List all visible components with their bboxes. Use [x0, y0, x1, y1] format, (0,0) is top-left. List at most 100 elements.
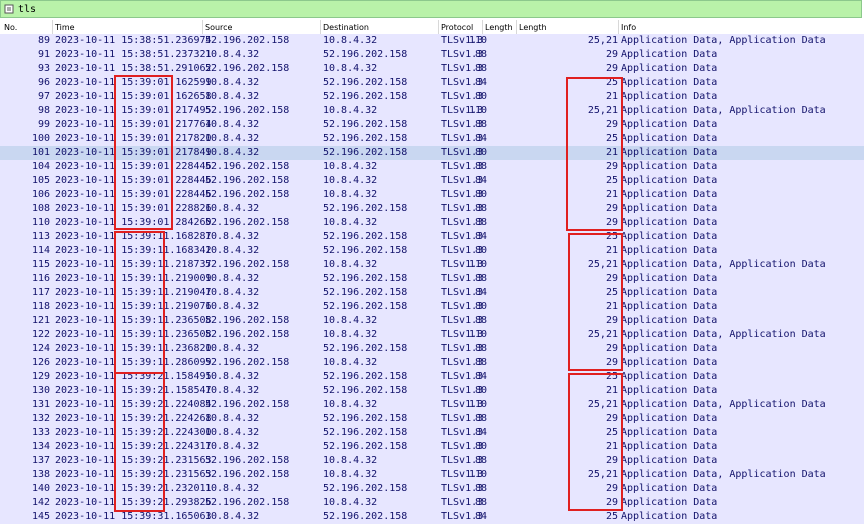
table-row[interactable]: 116 2023-10-11 15:39:11.219009 10.8.4.32 52…: [0, 272, 864, 286]
table-row[interactable]: 114 2023-10-11 15:39:11.168342 10.8.4.32 52…: [0, 244, 864, 258]
table-row[interactable]: 140 2023-10-11 15:39:21.232011 10.8.4.32 52…: [0, 482, 864, 496]
packet-tls-record-lengths: 25: [605, 175, 618, 186]
packet-destination: 52.196.202.158: [323, 231, 408, 242]
table-row[interactable]: 142 2023-10-11 15:39:21.293826 52.196.202.…: [0, 496, 864, 510]
column-separator[interactable]: [482, 20, 483, 34]
column-header-info[interactable]: Info: [621, 23, 636, 32]
packet-source: 52.196.202.158: [205, 189, 290, 200]
table-row[interactable]: 122 2023-10-11 15:39:11.236508 52.196.202.…: [0, 328, 864, 342]
column-header-source[interactable]: Source: [205, 23, 232, 32]
packet-source: 52.196.202.158: [205, 357, 290, 368]
packet-source: 10.8.4.32: [205, 343, 260, 354]
packet-number: 113: [31, 231, 50, 242]
column-header-length-2[interactable]: Length: [519, 23, 547, 32]
packet-length: 80: [474, 441, 487, 452]
packet-tls-record-lengths: 25: [605, 371, 618, 382]
packet-source: 52.196.202.158: [205, 329, 290, 340]
table-row[interactable]: 132 2023-10-11 15:39:21.224268 10.8.4.32 52…: [0, 412, 864, 426]
packet-destination: 10.8.4.32: [323, 259, 378, 270]
packet-tls-record-lengths: 21: [605, 301, 618, 312]
packet-info: Application Data: [621, 63, 718, 74]
packet-destination: 10.8.4.32: [323, 399, 378, 410]
table-row[interactable]: 129 2023-10-11 15:39:21.158495 10.8.4.32 52…: [0, 370, 864, 384]
table-row[interactable]: 100 2023-10-11 15:39:01.217820 10.8.4.32 52…: [0, 132, 864, 146]
bookmark-icon[interactable]: [4, 4, 14, 14]
packet-destination: 52.196.202.158: [323, 273, 408, 284]
packet-tls-record-lengths: 29: [605, 413, 618, 424]
packet-destination: 52.196.202.158: [323, 287, 408, 298]
packet-info: Application Data: [621, 343, 718, 354]
packet-time: 2023-10-11 15:39:11.236820: [55, 343, 212, 354]
packet-tls-record-lengths: 21: [605, 385, 618, 396]
column-separator[interactable]: [320, 20, 321, 34]
table-row[interactable]: 101 2023-10-11 15:39:01.217849 10.8.4.32 52…: [0, 146, 864, 160]
table-row[interactable]: 110 2023-10-11 15:39:01.284260 52.196.202.…: [0, 216, 864, 230]
packet-destination: 52.196.202.158: [323, 413, 408, 424]
packet-length: 88: [474, 273, 487, 284]
table-row[interactable]: 118 2023-10-11 15:39:11.219076 10.8.4.32 52…: [0, 300, 864, 314]
table-row[interactable]: 106 2023-10-11 15:39:01.228446 52.196.202.…: [0, 188, 864, 202]
packet-destination: 52.196.202.158: [323, 77, 408, 88]
column-header-time[interactable]: Time: [55, 23, 75, 32]
table-row[interactable]: 117 2023-10-11 15:39:11.219047 10.8.4.32 52…: [0, 286, 864, 300]
packet-destination: 10.8.4.32: [323, 455, 378, 466]
packet-destination: 10.8.4.32: [323, 35, 378, 46]
packet-tls-record-lengths: 29: [605, 343, 618, 354]
table-row[interactable]: 98 2023-10-11 15:39:01.217495 52.196.202.1…: [0, 104, 864, 118]
table-row[interactable]: 104 2023-10-11 15:39:01.228446 52.196.202.…: [0, 160, 864, 174]
packet-length: 84: [474, 77, 487, 88]
column-separator[interactable]: [52, 20, 53, 34]
table-row[interactable]: 138 2023-10-11 15:39:21.231563 52.196.202.…: [0, 468, 864, 482]
display-filter-input[interactable]: [18, 2, 838, 16]
column-header-destination[interactable]: Destination: [323, 23, 369, 32]
packet-time: 2023-10-11 15:39:01.228446: [55, 175, 212, 186]
column-separator[interactable]: [618, 20, 619, 34]
packet-destination: 52.196.202.158: [323, 49, 408, 60]
packet-number: 131: [31, 399, 50, 410]
table-row[interactable]: 133 2023-10-11 15:39:21.224300 10.8.4.32 52…: [0, 426, 864, 440]
table-row[interactable]: 130 2023-10-11 15:39:21.158547 10.8.4.32 52…: [0, 384, 864, 398]
packet-time: 2023-10-11 15:39:01.162599: [55, 77, 212, 88]
table-row[interactable]: 131 2023-10-11 15:39:21.224084 52.196.202.…: [0, 398, 864, 412]
packet-destination: 52.196.202.158: [323, 371, 408, 382]
packet-source: 52.196.202.158: [205, 469, 290, 480]
column-header-length[interactable]: Length: [485, 23, 513, 32]
table-row[interactable]: 93 2023-10-11 15:38:51.291062 52.196.202.1…: [0, 62, 864, 76]
table-row[interactable]: 99 2023-10-11 15:39:01.217764 10.8.4.32 52.…: [0, 118, 864, 132]
column-separator[interactable]: [516, 20, 517, 34]
packet-time: 2023-10-11 15:38:51.236974: [55, 35, 212, 46]
table-row[interactable]: 115 2023-10-11 15:39:11.218737 52.196.202.…: [0, 258, 864, 272]
packet-tls-record-lengths: 29: [605, 161, 618, 172]
packet-number: 142: [31, 497, 50, 508]
packet-source: 10.8.4.32: [205, 203, 260, 214]
table-row[interactable]: 91 2023-10-11 15:38:51.237321 10.8.4.32 52.…: [0, 48, 864, 62]
column-separator[interactable]: [202, 20, 203, 34]
table-row[interactable]: 108 2023-10-11 15:39:01.228826 10.8.4.32 52…: [0, 202, 864, 216]
display-filter-bar[interactable]: [0, 0, 862, 18]
column-header-protocol[interactable]: Protocol: [441, 23, 473, 32]
packet-length: 80: [474, 385, 487, 396]
table-row[interactable]: 137 2023-10-11 15:39:21.231563 52.196.202.…: [0, 454, 864, 468]
packet-info: Application Data: [621, 189, 718, 200]
packet-destination: 52.196.202.158: [323, 91, 408, 102]
table-row[interactable]: 126 2023-10-11 15:39:11.286099 52.196.202.…: [0, 356, 864, 370]
packet-time: 2023-10-11 15:39:11.218737: [55, 259, 212, 270]
column-header-no[interactable]: No.: [4, 23, 17, 32]
table-row[interactable]: 113 2023-10-11 15:39:11.168287 10.8.4.32 52…: [0, 230, 864, 244]
table-row[interactable]: 97 2023-10-11 15:39:01.162658 10.8.4.32 52.…: [0, 90, 864, 104]
table-row[interactable]: 145 2023-10-11 15:39:31.165063 10.8.4.32 52…: [0, 510, 864, 524]
table-row[interactable]: 96 2023-10-11 15:39:01.162599 10.8.4.32 52.…: [0, 76, 864, 90]
packet-list: 89 2023-10-11 15:38:51.236974 52.196.202.1…: [0, 34, 864, 524]
packet-destination: 52.196.202.158: [323, 427, 408, 438]
table-row[interactable]: 121 2023-10-11 15:39:11.236508 52.196.202.…: [0, 314, 864, 328]
column-separator[interactable]: [438, 20, 439, 34]
table-row[interactable]: 124 2023-10-11 15:39:11.236820 10.8.4.32 52…: [0, 342, 864, 356]
table-row[interactable]: 134 2023-10-11 15:39:21.224317 10.8.4.32 52…: [0, 440, 864, 454]
packet-length: 88: [474, 413, 487, 424]
packet-info: Application Data: [621, 273, 718, 284]
packet-number: 99: [37, 119, 50, 130]
table-row[interactable]: 89 2023-10-11 15:38:51.236974 52.196.202.1…: [0, 34, 864, 48]
packet-source: 10.8.4.32: [205, 427, 260, 438]
packet-number: 132: [31, 413, 50, 424]
table-row[interactable]: 105 2023-10-11 15:39:01.228446 52.196.202.…: [0, 174, 864, 188]
